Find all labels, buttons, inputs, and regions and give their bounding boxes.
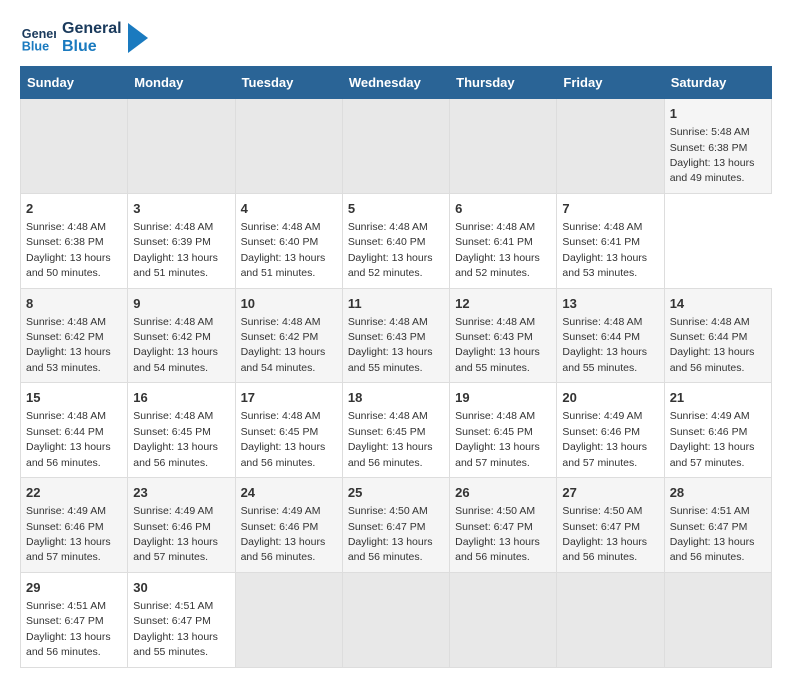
week-row: 8Sunrise: 4:48 AMSunset: 6:42 PMDaylight… (21, 288, 772, 383)
day-cell: 20Sunrise: 4:49 AMSunset: 6:46 PMDayligh… (557, 383, 664, 478)
day-cell: 19Sunrise: 4:48 AMSunset: 6:45 PMDayligh… (450, 383, 557, 478)
day-cell: 17Sunrise: 4:48 AMSunset: 6:45 PMDayligh… (235, 383, 342, 478)
day-cell: 5Sunrise: 4:48 AMSunset: 6:40 PMDaylight… (342, 193, 449, 288)
day-cell: 12Sunrise: 4:48 AMSunset: 6:43 PMDayligh… (450, 288, 557, 383)
day-cell: 11Sunrise: 4:48 AMSunset: 6:43 PMDayligh… (342, 288, 449, 383)
day-cell: 22Sunrise: 4:49 AMSunset: 6:46 PMDayligh… (21, 478, 128, 573)
col-header-friday: Friday (557, 67, 664, 99)
day-cell: 4Sunrise: 4:48 AMSunset: 6:40 PMDaylight… (235, 193, 342, 288)
day-cell: 29Sunrise: 4:51 AMSunset: 6:47 PMDayligh… (21, 572, 128, 667)
logo-triangle (128, 23, 148, 53)
day-cell: 14Sunrise: 4:48 AMSunset: 6:44 PMDayligh… (664, 288, 771, 383)
empty-cell (342, 99, 449, 194)
week-row: 1Sunrise: 5:48 AMSunset: 6:38 PMDaylight… (21, 99, 772, 194)
logo: General Blue General Blue (20, 20, 148, 56)
day-cell: 8Sunrise: 4:48 AMSunset: 6:42 PMDaylight… (21, 288, 128, 383)
day-cell: 28Sunrise: 4:51 AMSunset: 6:47 PMDayligh… (664, 478, 771, 573)
day-cell: 3Sunrise: 4:48 AMSunset: 6:39 PMDaylight… (128, 193, 235, 288)
day-cell: 7Sunrise: 4:48 AMSunset: 6:41 PMDaylight… (557, 193, 664, 288)
col-header-sunday: Sunday (21, 67, 128, 99)
empty-cell (21, 99, 128, 194)
empty-cell (450, 572, 557, 667)
col-header-saturday: Saturday (664, 67, 771, 99)
day-cell: 26Sunrise: 4:50 AMSunset: 6:47 PMDayligh… (450, 478, 557, 573)
empty-cell (235, 572, 342, 667)
empty-cell (557, 99, 664, 194)
week-row: 22Sunrise: 4:49 AMSunset: 6:46 PMDayligh… (21, 478, 772, 573)
page-header: General Blue General Blue (20, 20, 772, 56)
logo-text: General Blue (62, 20, 122, 55)
week-row: 29Sunrise: 4:51 AMSunset: 6:47 PMDayligh… (21, 572, 772, 667)
header-row: SundayMondayTuesdayWednesdayThursdayFrid… (21, 67, 772, 99)
empty-cell (450, 99, 557, 194)
day-cell: 10Sunrise: 4:48 AMSunset: 6:42 PMDayligh… (235, 288, 342, 383)
empty-cell (664, 572, 771, 667)
day-cell: 9Sunrise: 4:48 AMSunset: 6:42 PMDaylight… (128, 288, 235, 383)
logo-icon: General Blue (20, 20, 56, 56)
empty-cell (128, 99, 235, 194)
empty-cell (342, 572, 449, 667)
day-cell: 27Sunrise: 4:50 AMSunset: 6:47 PMDayligh… (557, 478, 664, 573)
day-cell: 21Sunrise: 4:49 AMSunset: 6:46 PMDayligh… (664, 383, 771, 478)
calendar-table: SundayMondayTuesdayWednesdayThursdayFrid… (20, 66, 772, 668)
col-header-tuesday: Tuesday (235, 67, 342, 99)
col-header-monday: Monday (128, 67, 235, 99)
day-cell: 16Sunrise: 4:48 AMSunset: 6:45 PMDayligh… (128, 383, 235, 478)
day-cell: 2Sunrise: 4:48 AMSunset: 6:38 PMDaylight… (21, 193, 128, 288)
day-cell: 18Sunrise: 4:48 AMSunset: 6:45 PMDayligh… (342, 383, 449, 478)
day-cell: 6Sunrise: 4:48 AMSunset: 6:41 PMDaylight… (450, 193, 557, 288)
day-cell: 23Sunrise: 4:49 AMSunset: 6:46 PMDayligh… (128, 478, 235, 573)
day-cell: 30Sunrise: 4:51 AMSunset: 6:47 PMDayligh… (128, 572, 235, 667)
day-cell: 24Sunrise: 4:49 AMSunset: 6:46 PMDayligh… (235, 478, 342, 573)
col-header-wednesday: Wednesday (342, 67, 449, 99)
empty-cell (557, 572, 664, 667)
day-cell: 25Sunrise: 4:50 AMSunset: 6:47 PMDayligh… (342, 478, 449, 573)
day-cell: 15Sunrise: 4:48 AMSunset: 6:44 PMDayligh… (21, 383, 128, 478)
col-header-thursday: Thursday (450, 67, 557, 99)
day-cell: 13Sunrise: 4:48 AMSunset: 6:44 PMDayligh… (557, 288, 664, 383)
week-row: 15Sunrise: 4:48 AMSunset: 6:44 PMDayligh… (21, 383, 772, 478)
day-cell: 1Sunrise: 5:48 AMSunset: 6:38 PMDaylight… (664, 99, 771, 194)
svg-text:Blue: Blue (22, 40, 49, 54)
week-row: 2Sunrise: 4:48 AMSunset: 6:38 PMDaylight… (21, 193, 772, 288)
empty-cell (235, 99, 342, 194)
